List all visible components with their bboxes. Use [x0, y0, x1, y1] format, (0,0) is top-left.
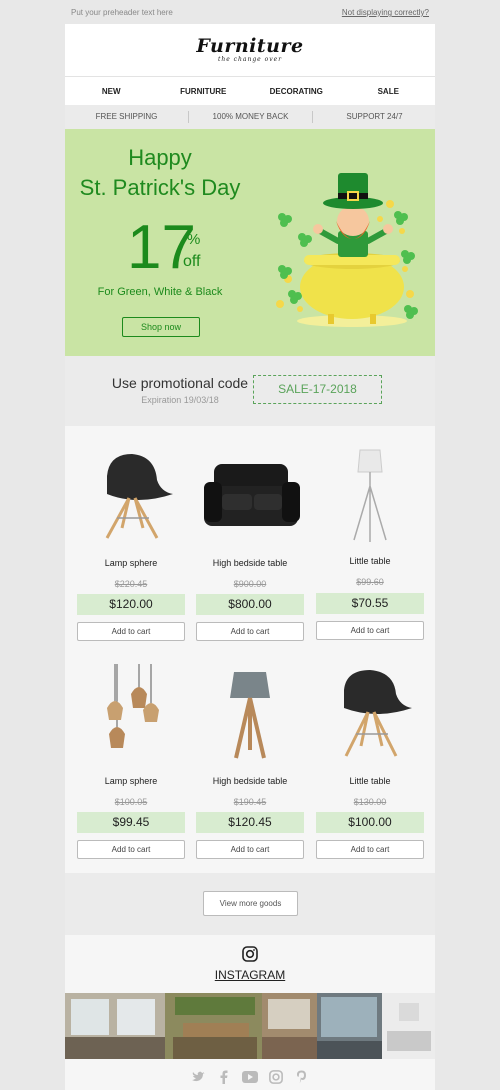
- instagram-photo-strip: [65, 993, 435, 1059]
- promo-code-section: Use promotional code Expiration 19/03/18…: [65, 356, 435, 426]
- shop-now-button[interactable]: Shop now: [122, 317, 200, 337]
- product-price: $100.00: [316, 812, 424, 833]
- product-price: $800.00: [196, 594, 304, 615]
- discount-off: off: [183, 253, 201, 270]
- benefit-support: SUPPORT 24/7: [346, 112, 403, 121]
- nav-item-decorating[interactable]: DECORATING: [250, 77, 343, 105]
- add-to-cart-button[interactable]: Add to cart: [77, 622, 185, 641]
- email-body: Furniture the change over NEW FURNITURE …: [65, 24, 435, 1090]
- promo-code[interactable]: SALE-17-2018: [253, 375, 382, 404]
- instagram-section: INSTAGRAM: [65, 935, 435, 993]
- youtube-icon[interactable]: [242, 1071, 258, 1083]
- main-nav: NEW FURNITURE DECORATING SALE: [65, 76, 435, 106]
- preheader-bar: Put your preheader text here Not display…: [0, 0, 500, 24]
- twitter-icon[interactable]: [192, 1071, 206, 1083]
- preheader-text: Put your preheader text here: [71, 8, 173, 17]
- product-price: $99.45: [77, 812, 185, 833]
- hero-subtitle: For Green, White & Black: [97, 286, 223, 298]
- logo-title: Furniture: [196, 35, 304, 57]
- product-name[interactable]: Little table: [316, 776, 424, 786]
- nav-item-furniture[interactable]: FURNITURE: [157, 77, 250, 105]
- social-links: [65, 1059, 435, 1090]
- add-to-cart-button[interactable]: Add to cart: [196, 622, 304, 641]
- product-old-price: $130.00: [353, 797, 387, 807]
- hero-banner: Happy St. Patrick's Day 17 % off For Gre…: [65, 129, 435, 356]
- logo-tagline: the change over: [217, 56, 283, 63]
- logo[interactable]: Furniture the change over: [65, 36, 435, 63]
- product-name[interactable]: High bedside table: [196, 776, 304, 786]
- floor-lamp-icon[interactable]: [316, 446, 424, 546]
- product-old-price: $99.60: [356, 577, 384, 587]
- product-name[interactable]: Lamp sphere: [77, 776, 185, 786]
- add-to-cart-button[interactable]: Add to cart: [316, 621, 424, 640]
- sofa-icon[interactable]: [196, 446, 304, 546]
- header: Furniture the change over: [65, 24, 435, 76]
- promo-expiration: Expiration 19/03/18: [141, 395, 219, 405]
- benefit-money-back: 100% MONEY BACK: [212, 112, 289, 121]
- product-name[interactable]: High bedside table: [196, 558, 304, 568]
- view-in-browser-link[interactable]: Not displaying correctly?: [342, 8, 429, 17]
- benefits-bar: FREE SHIPPING 100% MONEY BACK SUPPORT 24…: [65, 105, 435, 129]
- instagram-icon[interactable]: [269, 1070, 283, 1084]
- product-price: $120.45: [196, 812, 304, 833]
- facebook-icon[interactable]: [220, 1070, 228, 1084]
- hero-title-line1: Happy: [128, 145, 192, 170]
- product-old-price: $900.00: [233, 579, 267, 589]
- product-price: $120.00: [77, 594, 185, 615]
- pendant-lamps-icon[interactable]: [77, 664, 185, 764]
- add-to-cart-button[interactable]: Add to cart: [196, 840, 304, 859]
- add-to-cart-button[interactable]: Add to cart: [316, 840, 424, 859]
- chair-icon[interactable]: [316, 664, 424, 764]
- leprechaun-pot-illustration: [276, 173, 418, 327]
- product-old-price: $190.45: [233, 797, 267, 807]
- chair-icon[interactable]: [77, 446, 185, 546]
- promo-label: Use promotional code: [111, 375, 249, 391]
- product-old-price: $220.45: [114, 579, 148, 589]
- nav-item-new[interactable]: NEW: [65, 77, 158, 105]
- pinterest-icon[interactable]: [296, 1070, 307, 1084]
- product-name[interactable]: Little table: [316, 556, 424, 566]
- add-to-cart-button[interactable]: Add to cart: [77, 840, 185, 859]
- interior-photos[interactable]: [65, 993, 435, 1059]
- instagram-link[interactable]: INSTAGRAM: [65, 968, 435, 982]
- product-name[interactable]: Lamp sphere: [77, 558, 185, 568]
- product-price: $70.55: [316, 593, 424, 614]
- benefit-free-shipping: FREE SHIPPING: [95, 112, 158, 121]
- table-lamp-icon[interactable]: [196, 664, 304, 764]
- hero-title-line2: St. Patrick's Day: [79, 175, 241, 200]
- product-grid: Lamp sphere $220.45 $120.00 Add to cart …: [65, 426, 435, 873]
- instagram-icon[interactable]: [242, 946, 258, 962]
- product-old-price: $100.05: [114, 797, 148, 807]
- view-more-section: View more goods: [65, 873, 435, 935]
- view-more-button[interactable]: View more goods: [203, 891, 298, 916]
- nav-item-sale[interactable]: SALE: [342, 77, 435, 105]
- discount-percent: %: [187, 231, 201, 248]
